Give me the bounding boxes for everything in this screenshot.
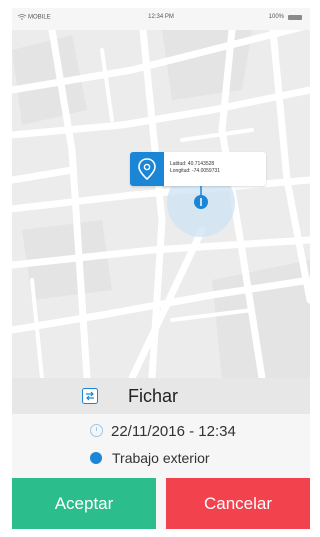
map-view[interactable]: Latitud: 40.7143528 Longitud: -74.005973… xyxy=(12,30,310,378)
work-type-value: Trabajo exterior xyxy=(112,450,210,466)
fichar-title: Fichar xyxy=(128,386,179,406)
fichar-header: Fichar xyxy=(12,378,310,414)
status-bar: MOBILE 12:34 PM 100% xyxy=(12,8,310,30)
work-type-row[interactable]: Trabajo exterior xyxy=(90,450,210,466)
map-roads xyxy=(12,30,310,378)
longitude-text: Longitud: -74.0059731 xyxy=(170,168,221,174)
swap-icon xyxy=(82,388,98,404)
work-type-dot-icon xyxy=(90,452,102,464)
cancel-button[interactable]: Cancelar xyxy=(166,478,310,529)
battery-percent: 100% xyxy=(268,14,284,20)
accept-button[interactable]: Aceptar xyxy=(12,478,156,529)
battery-icon xyxy=(288,15,302,20)
clock-icon xyxy=(90,424,103,437)
datetime-row: 22/11/2016 - 12:34 xyxy=(90,423,236,440)
location-pin-icon xyxy=(130,152,164,186)
latitude-text: Latitud: 40.7143528 xyxy=(170,161,215,167)
location-info-card[interactable]: Latitud: 40.7143528 Longitud: -74.005973… xyxy=(130,152,266,186)
status-time: 12:34 PM xyxy=(148,14,174,20)
phone-screen: MOBILE 12:34 PM 100% Latitud: 40.7143528… xyxy=(12,8,310,529)
datetime-value: 22/11/2016 - 12:34 xyxy=(111,423,236,440)
